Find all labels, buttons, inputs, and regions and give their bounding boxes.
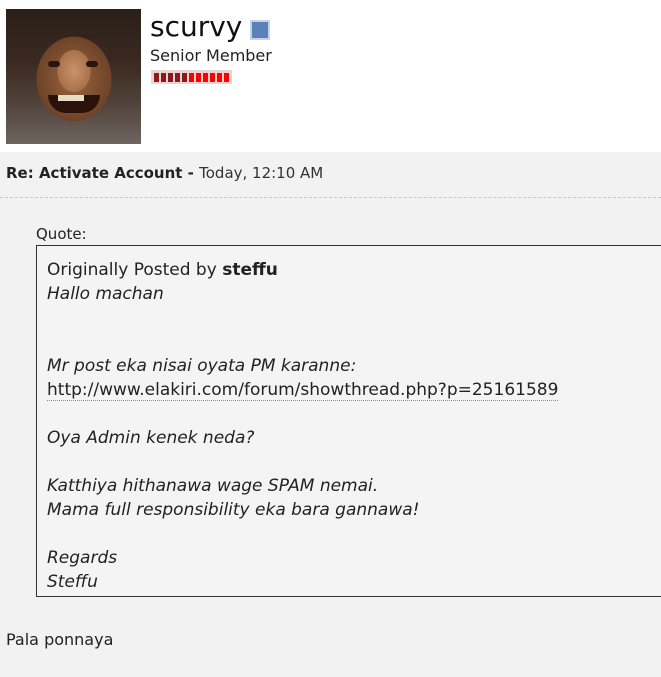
quote-attribution: Originally Posted by steffu: [47, 258, 661, 282]
reputation-pip: [203, 72, 208, 82]
quote-attribution-prefix: Originally Posted by: [47, 260, 223, 280]
quote-line: Oya Admin kenek neda?: [47, 428, 255, 448]
reputation-pip: [189, 72, 194, 82]
quote-blank: [47, 450, 661, 474]
quote-line: Steffu: [47, 572, 98, 592]
quote-line: Mr post eka nisai oyata PM karanne:: [47, 356, 357, 376]
avatar[interactable]: [6, 9, 141, 144]
avatar-eye: [86, 61, 98, 67]
reputation-pip: [196, 72, 201, 82]
post-separator: -: [182, 164, 200, 182]
quote-line: Regards: [47, 548, 118, 568]
quote-label: Quote:: [36, 225, 87, 243]
reputation-pip: [217, 72, 222, 82]
reputation-bar: [151, 70, 232, 84]
post-body-text: Pala ponnaya: [6, 630, 114, 649]
username-link[interactable]: scurvy: [150, 10, 242, 43]
post-divider: [0, 197, 661, 198]
reputation-pip: [154, 72, 159, 82]
post-title: Re: Activate Account: [6, 164, 183, 182]
reputation-pip: [210, 72, 215, 82]
reputation-pip: [168, 72, 173, 82]
quote-blank: [47, 402, 661, 426]
quote-blank: [47, 330, 661, 354]
reputation-pip: [161, 72, 166, 82]
reputation-pip: [224, 72, 229, 82]
user-title: Senior Member: [150, 46, 272, 65]
post-header: Re: Activate Account - Today, 12:10 AM: [6, 164, 323, 182]
offline-status-icon: [250, 20, 270, 40]
quote-blank: [47, 306, 661, 330]
quote-line: Mama full responsibility eka bara gannaw…: [47, 500, 420, 520]
user-info-header: scurvy Senior Member: [0, 0, 661, 152]
reputation-pip: [175, 72, 180, 82]
quote-author: steffu: [222, 260, 278, 280]
avatar-teeth: [58, 95, 84, 101]
post-time: Today, 12:10 AM: [199, 164, 324, 182]
quote-line: Katthiya hithanawa wage SPAM nemai.: [47, 476, 379, 496]
reputation-pip: [182, 72, 187, 82]
quote-box: Originally Posted by steffu Hallo machan…: [36, 245, 661, 597]
quote-blank: [47, 522, 661, 546]
avatar-eye: [48, 61, 60, 67]
quote-line: Hallo machan: [47, 284, 164, 304]
quote-link[interactable]: http://www.elakiri.com/forum/showthread.…: [47, 380, 559, 401]
